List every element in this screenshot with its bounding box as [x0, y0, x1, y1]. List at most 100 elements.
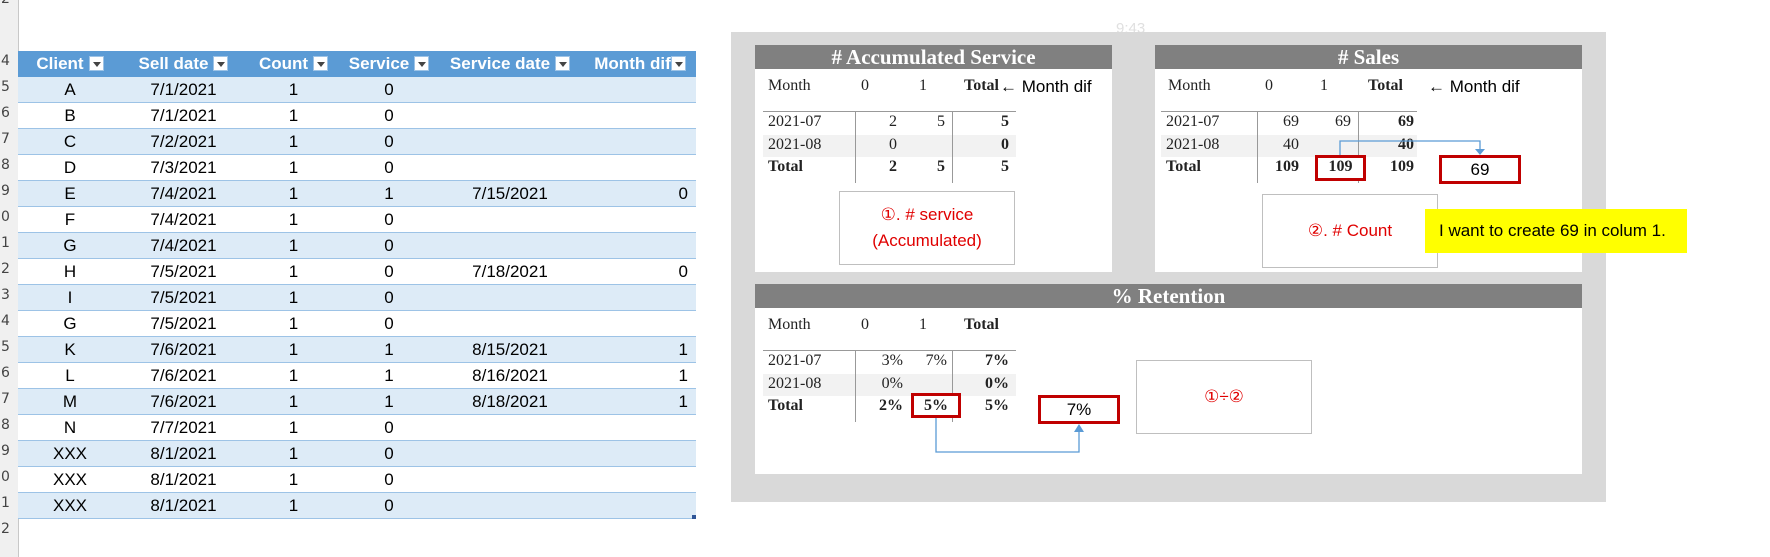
filter-dropdown-icon[interactable] — [414, 56, 430, 72]
cell-count[interactable]: 1 — [245, 233, 342, 259]
row-number[interactable]: 2 — [0, 0, 19, 7]
cell-sell-date[interactable]: 7/5/2021 — [122, 311, 245, 337]
cell-sell-date[interactable]: 7/6/2021 — [122, 363, 245, 389]
cell-service-date[interactable]: 8/15/2021 — [436, 337, 584, 363]
row-number[interactable]: 5 — [0, 339, 19, 355]
cell-service-date[interactable] — [436, 129, 584, 155]
cell-client[interactable]: I — [18, 285, 122, 311]
cell-service-date[interactable]: 7/15/2021 — [436, 181, 584, 207]
cell-service-date[interactable] — [436, 311, 584, 337]
cell-month-dif[interactable] — [584, 207, 688, 233]
cell-service-date[interactable] — [436, 415, 584, 441]
row-number[interactable]: 9 — [0, 183, 19, 199]
cell-service-date[interactable] — [436, 233, 584, 259]
filter-dropdown-icon[interactable] — [313, 56, 329, 72]
row-number[interactable]: 7 — [0, 131, 19, 147]
cell-month-dif[interactable]: 0 — [584, 259, 688, 285]
cell-month-dif[interactable] — [584, 285, 688, 311]
cell-sell-date[interactable]: 8/1/2021 — [122, 441, 245, 467]
filter-dropdown-icon[interactable] — [213, 56, 229, 72]
cell-count[interactable]: 1 — [245, 389, 342, 415]
cell-month-dif[interactable] — [584, 415, 688, 441]
cell-month-dif[interactable] — [584, 441, 688, 467]
filter-dropdown-icon[interactable] — [88, 56, 104, 72]
cell-service-date[interactable] — [436, 441, 584, 467]
cell-service[interactable]: 1 — [342, 181, 436, 207]
accumulated-note-box[interactable]: ①. # service (Accumulated) — [839, 191, 1015, 265]
row-number[interactable]: 2 — [0, 261, 19, 277]
cell-count[interactable]: 1 — [245, 337, 342, 363]
cell-service-date[interactable] — [436, 493, 584, 519]
cell-month-dif[interactable] — [584, 493, 688, 519]
row-number[interactable]: 3 — [0, 287, 19, 303]
row-number[interactable]: 9 — [0, 443, 19, 459]
cell-service-date[interactable] — [436, 467, 584, 493]
cell-sell-date[interactable]: 7/2/2021 — [122, 129, 245, 155]
cell-service[interactable]: 0 — [342, 155, 436, 181]
cell-client[interactable]: M — [18, 389, 122, 415]
cell-service-date[interactable] — [436, 207, 584, 233]
cell-count[interactable]: 1 — [245, 207, 342, 233]
cell-sell-date[interactable]: 7/4/2021 — [122, 207, 245, 233]
filter-dropdown-icon[interactable] — [555, 56, 571, 72]
row-number[interactable]: 0 — [0, 209, 19, 225]
row-number[interactable]: 4 — [0, 313, 19, 329]
column-header-service-date[interactable]: Service date — [436, 51, 584, 77]
row-number[interactable]: 1 — [0, 495, 19, 511]
row-number[interactable]: 6 — [0, 105, 19, 121]
cell-service-date[interactable] — [436, 77, 584, 103]
cell-count[interactable]: 1 — [245, 415, 342, 441]
cell-client[interactable]: N — [18, 415, 122, 441]
cell-client[interactable]: XXX — [18, 441, 122, 467]
row-number[interactable]: 8 — [0, 157, 19, 173]
cell-service[interactable]: 0 — [342, 441, 436, 467]
cell-sell-date[interactable]: 7/3/2021 — [122, 155, 245, 181]
cell-service[interactable]: 0 — [342, 467, 436, 493]
cell-count[interactable]: 1 — [245, 77, 342, 103]
cell-month-dif[interactable] — [584, 233, 688, 259]
cell-client[interactable]: A — [18, 77, 122, 103]
cell-service[interactable]: 0 — [342, 77, 436, 103]
cell-sell-date[interactable]: 8/1/2021 — [122, 467, 245, 493]
cell-service[interactable]: 0 — [342, 259, 436, 285]
cell-count[interactable]: 1 — [245, 129, 342, 155]
cell-sell-date[interactable]: 7/6/2021 — [122, 337, 245, 363]
cell-service[interactable]: 0 — [342, 285, 436, 311]
cell-service-date[interactable] — [436, 155, 584, 181]
filter-dropdown-icon[interactable] — [670, 56, 686, 72]
cell-service[interactable]: 1 — [342, 389, 436, 415]
cell-sell-date[interactable]: 7/1/2021 — [122, 77, 245, 103]
cell-service-date[interactable] — [436, 103, 584, 129]
cell-count[interactable]: 1 — [245, 363, 342, 389]
cell-sell-date[interactable]: 7/5/2021 — [122, 285, 245, 311]
cell-month-dif[interactable] — [584, 103, 688, 129]
table-resize-handle[interactable] — [692, 515, 696, 519]
cell-month-dif[interactable] — [584, 311, 688, 337]
cell-month-dif[interactable]: 0 — [584, 181, 688, 207]
cell-month-dif[interactable] — [584, 77, 688, 103]
cell-service[interactable]: 0 — [342, 103, 436, 129]
cell-count[interactable]: 1 — [245, 493, 342, 519]
cell-service-date[interactable]: 8/18/2021 — [436, 389, 584, 415]
cell-service[interactable]: 1 — [342, 363, 436, 389]
cell-month-dif[interactable] — [584, 467, 688, 493]
cell-service[interactable]: 0 — [342, 233, 436, 259]
cell-service[interactable]: 0 — [342, 311, 436, 337]
cell-service-date[interactable] — [436, 285, 584, 311]
column-header-sell-date[interactable]: Sell date — [122, 51, 245, 77]
column-header-month-dif[interactable]: Month dif — [584, 51, 696, 77]
cell-service[interactable]: 0 — [342, 207, 436, 233]
row-number[interactable]: 5 — [0, 79, 19, 95]
cell-sell-date[interactable]: 7/4/2021 — [122, 233, 245, 259]
row-number[interactable]: 4 — [0, 53, 19, 69]
cell-client[interactable]: F — [18, 207, 122, 233]
cell-sell-date[interactable]: 7/6/2021 — [122, 389, 245, 415]
row-number[interactable]: 7 — [0, 391, 19, 407]
cell-client[interactable]: G — [18, 311, 122, 337]
row-number[interactable]: 8 — [0, 417, 19, 433]
column-header-count[interactable]: Count — [245, 51, 342, 77]
cell-client[interactable]: C — [18, 129, 122, 155]
cell-client[interactable]: XXX — [18, 467, 122, 493]
cell-service-date[interactable]: 7/18/2021 — [436, 259, 584, 285]
cell-month-dif[interactable]: 1 — [584, 337, 688, 363]
